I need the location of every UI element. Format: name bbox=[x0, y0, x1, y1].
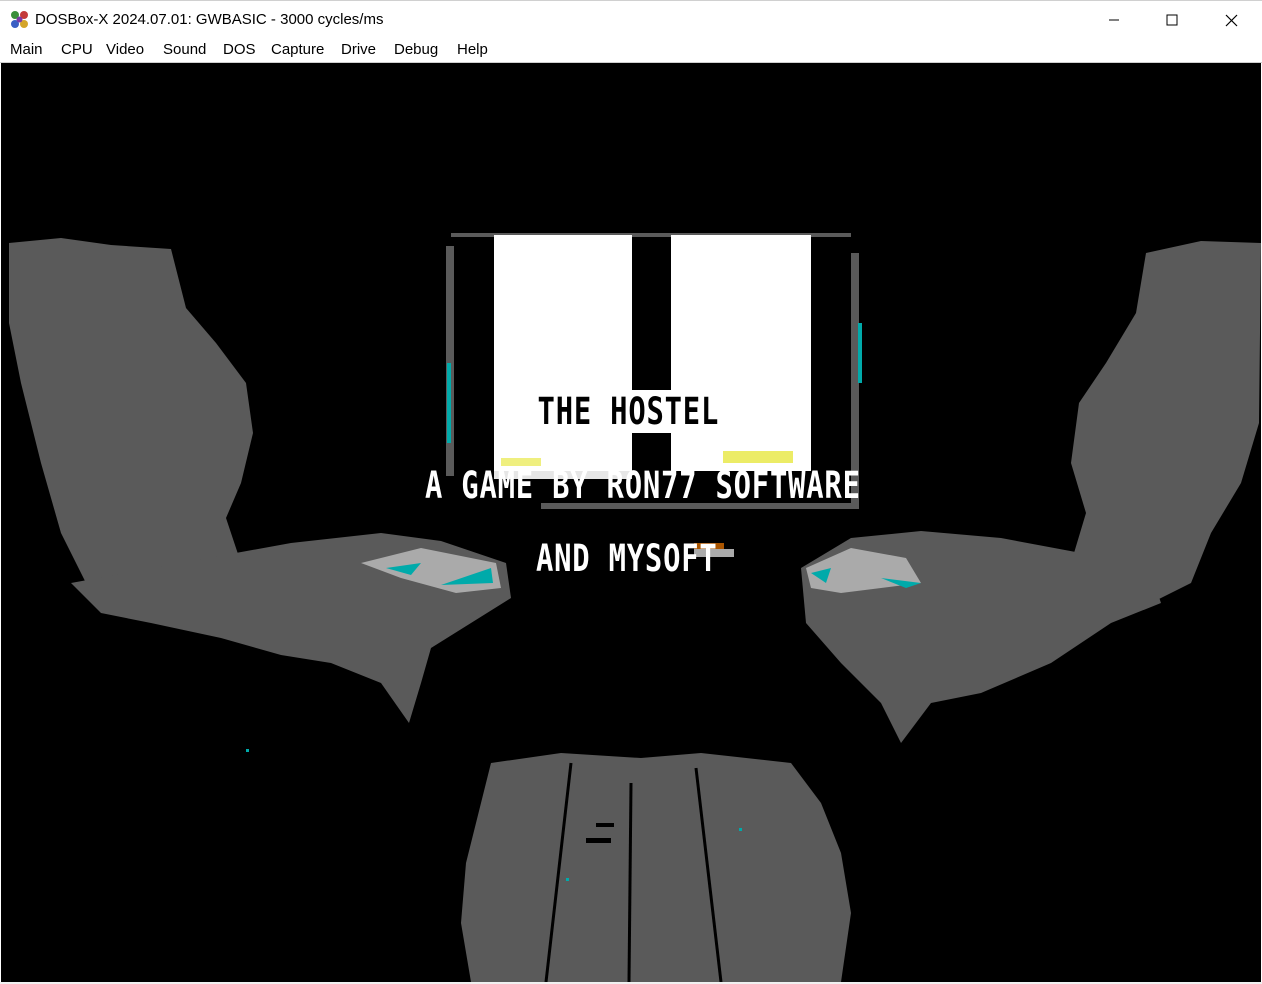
window-pane-right bbox=[671, 235, 811, 471]
menu-dos[interactable]: DOS bbox=[223, 41, 256, 58]
window-title: DOSBox-X 2024.07.01: GWBASIC - 3000 cycl… bbox=[35, 11, 384, 28]
left-figure-shape bbox=[9, 238, 256, 608]
menu-main[interactable]: Main bbox=[10, 41, 43, 58]
window-title-bar[interactable]: DOSBox-X 2024.07.01: GWBASIC - 3000 cycl… bbox=[0, 0, 1262, 38]
maximize-icon bbox=[1166, 14, 1178, 26]
minimize-icon bbox=[1109, 19, 1119, 21]
minimize-button[interactable] bbox=[1085, 1, 1143, 39]
game-scene-graphic bbox=[9, 233, 1261, 982]
menu-debug[interactable]: Debug bbox=[394, 41, 438, 58]
bottom-table-shape bbox=[461, 753, 851, 982]
window-pane-left bbox=[494, 235, 632, 471]
maximize-button[interactable] bbox=[1143, 1, 1201, 39]
game-title: THE HOSTEL bbox=[536, 390, 721, 433]
menu-sound[interactable]: Sound bbox=[163, 41, 206, 58]
emulator-screen[interactable]: THE HOSTEL A GAME BY RON77 SOFTWARE AND … bbox=[1, 63, 1261, 982]
close-button[interactable] bbox=[1202, 1, 1260, 39]
dosbox-app-icon[interactable] bbox=[9, 9, 31, 31]
game-coauthor: AND MYSOFT bbox=[536, 537, 718, 580]
close-icon bbox=[1225, 14, 1237, 26]
game-byline: A GAME BY RON77 SOFTWARE bbox=[425, 464, 861, 507]
menu-capture[interactable]: Capture bbox=[271, 41, 324, 58]
menu-video[interactable]: Video bbox=[106, 41, 144, 58]
menu-cpu[interactable]: CPU bbox=[61, 41, 93, 58]
menu-bar: Main CPU Video Sound DOS Capture Drive D… bbox=[0, 38, 1262, 63]
menu-help[interactable]: Help bbox=[457, 41, 488, 58]
menu-drive[interactable]: Drive bbox=[341, 41, 376, 58]
